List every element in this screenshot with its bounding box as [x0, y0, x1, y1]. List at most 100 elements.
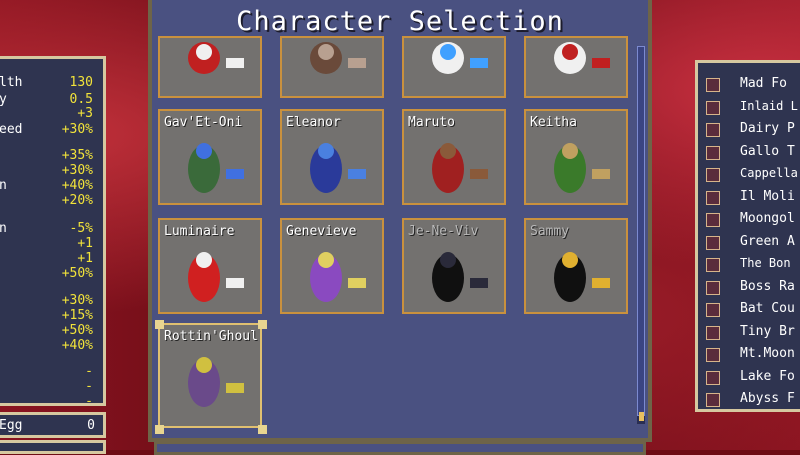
character-name: Luminaire: [164, 224, 235, 239]
character-sprite: [432, 42, 488, 74]
stage-checkbox[interactable]: [706, 213, 720, 227]
stat-value: +30%: [61, 293, 93, 308]
stat-label: eed: [0, 122, 23, 137]
character-name: Je-Ne-Viv: [408, 224, 479, 239]
stage-checkbox[interactable]: [706, 78, 720, 92]
egg-label: Egg: [0, 418, 23, 433]
selection-corner: [258, 320, 267, 329]
stat-value: 0.5: [69, 92, 93, 107]
stat-row: +1: [0, 236, 101, 251]
bottom-panel: [154, 441, 646, 455]
character-card[interactable]: [280, 36, 384, 98]
stat-row: +3: [0, 106, 101, 121]
stage-name: Dairy P: [740, 121, 795, 136]
stat-row: y 0.5: [0, 92, 101, 107]
stat-value: +15%: [61, 308, 93, 323]
stage-name: Mt.Moon: [740, 346, 795, 361]
character-card[interactable]: Luminaire: [158, 218, 262, 314]
character-name: Genevieve: [286, 224, 357, 239]
stage-checkbox[interactable]: [706, 168, 720, 182]
stage-checkbox[interactable]: [706, 280, 720, 295]
character-card[interactable]: [402, 36, 506, 98]
character-card[interactable]: [524, 36, 628, 98]
character-sprite: [188, 42, 244, 74]
stage-name: Inlaid L: [740, 98, 798, 113]
stage-checkbox[interactable]: [706, 303, 720, 317]
stat-label: lth: [0, 75, 23, 90]
egg-panel-lower: [0, 440, 106, 454]
stage-checkbox[interactable]: [706, 235, 720, 250]
character-card[interactable]: Genevieve: [280, 218, 384, 314]
stage-checkbox[interactable]: [706, 348, 720, 362]
stat-value: +50%: [61, 266, 93, 281]
stat-row: +1: [0, 251, 101, 266]
scrollbar-thumb[interactable]: [637, 46, 645, 416]
stage-name: Gallo T: [740, 143, 795, 159]
stage-list-panel: Mad Fo Inlaid L Dairy P Gallo T Cappella Il M…: [695, 60, 800, 412]
stage-name: Il Moli: [740, 188, 795, 204]
character-name: Eleanor: [286, 115, 341, 130]
stat-row: n +40%: [0, 178, 101, 193]
stat-row: +35%: [0, 148, 101, 163]
scrollbar[interactable]: [637, 46, 645, 424]
stat-row: n -5%: [0, 221, 101, 236]
stat-row: +15%: [0, 308, 101, 323]
character-card[interactable]: Rottin'Ghoul: [155, 320, 267, 434]
selection-corner: [258, 425, 267, 434]
character-name: Gav'Et-Oni: [164, 115, 243, 130]
character-card[interactable]: [158, 36, 262, 98]
stat-value: +40%: [61, 338, 93, 353]
stat-value: -: [85, 364, 93, 379]
stat-value: +30%: [61, 163, 93, 178]
stat-row: -: [0, 364, 101, 379]
stat-value: +20%: [61, 193, 93, 208]
panel-title: Character Selection: [236, 6, 564, 37]
selection-corner: [155, 425, 164, 434]
scroll-end-marker: [639, 412, 644, 421]
stat-row: -: [0, 394, 101, 409]
character-card[interactable]: Keitha: [524, 109, 628, 205]
character-name: Keitha: [530, 115, 577, 130]
character-selection-panel: Character Selection Gav'Et-Oni Eleanor Mar…: [148, 0, 652, 442]
stage-checkbox[interactable]: [706, 325, 720, 340]
stat-row: +30%: [0, 293, 101, 308]
stats-panel: lth 130 y 0.5 +3 eed +30% +35% +30% n +40% +20% n -5%…: [0, 56, 106, 409]
stage-checkbox[interactable]: [706, 190, 720, 205]
character-card[interactable]: Je-Ne-Viv: [402, 218, 506, 314]
stat-row: +40%: [0, 338, 101, 353]
character-card[interactable]: Eleanor: [280, 109, 384, 205]
stage-name: Boss Ra: [740, 278, 795, 294]
stage-name: Cappella: [740, 166, 798, 180]
stage-name: Green A: [740, 233, 795, 249]
stage-name: Tiny Br: [740, 323, 795, 339]
character-name: Sammy: [530, 224, 570, 239]
stat-row: +30%: [0, 163, 101, 178]
stat-row: +50%: [0, 323, 101, 338]
stat-value: +30%: [61, 122, 93, 137]
stat-label: y: [0, 92, 7, 107]
stat-value: +3: [77, 106, 93, 121]
stat-value: +1: [77, 251, 93, 266]
egg-panel: Egg 0: [0, 412, 106, 438]
character-name: Maruto: [408, 115, 455, 130]
stage-name: Mad Fo: [740, 76, 787, 91]
stage-checkbox[interactable]: [706, 123, 720, 137]
stage-checkbox[interactable]: [706, 258, 720, 272]
stat-label: n: [0, 178, 7, 193]
stage-checkbox[interactable]: [706, 393, 720, 407]
character-card[interactable]: Sammy: [524, 218, 628, 314]
character-card[interactable]: Gav'Et-Oni: [158, 109, 262, 205]
egg-value: 0: [87, 418, 95, 433]
stage-checkbox[interactable]: [706, 370, 720, 385]
character-card[interactable]: Maruto: [402, 109, 506, 205]
stat-value: +50%: [61, 323, 93, 338]
stage-checkbox[interactable]: [706, 100, 720, 115]
stat-value: -5%: [69, 221, 93, 236]
stat-value: 130: [69, 75, 93, 90]
stat-value: -: [85, 394, 93, 409]
stage-name: Moongol: [740, 211, 795, 226]
character-sprite: [554, 42, 610, 74]
stage-name: Abyss F: [740, 391, 795, 406]
stage-name: Lake Fo: [740, 368, 795, 384]
stage-checkbox[interactable]: [706, 145, 720, 160]
